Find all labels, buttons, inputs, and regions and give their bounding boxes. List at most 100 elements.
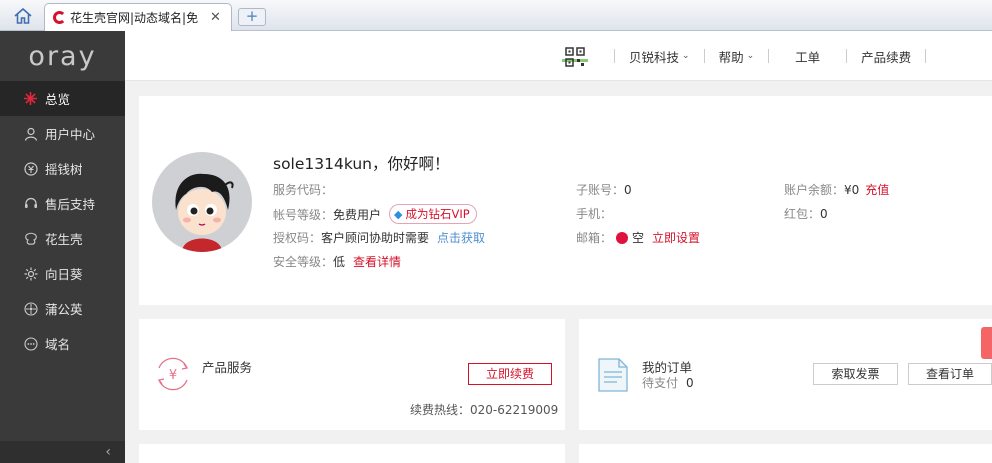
my-orders-card: 我的订单 待支付 0 索取发票 查看订单	[579, 319, 992, 430]
product-service-card: ¥ 产品服务 立即续费 续费热线：020-62219009	[139, 319, 565, 430]
auth-code-row: 授权码： 客户顾问协助时需要 点击获取	[273, 229, 485, 246]
balance-label: 账户余额：	[784, 183, 845, 197]
sidebar-item-peanut-shell[interactable]: 花生壳	[0, 221, 125, 256]
vip-link-label: 成为钻石VIP	[405, 207, 470, 221]
sidebar-item-money-tree[interactable]: 摇钱树	[0, 151, 125, 186]
redpacket-label: 红包：	[784, 207, 821, 221]
domain-icon	[23, 336, 38, 351]
sidebar-item-domain[interactable]: 域名	[0, 326, 125, 361]
request-invoice-button[interactable]: 索取发票	[813, 363, 898, 385]
chevron-down-icon: ⌄	[682, 51, 690, 61]
nav-divider	[925, 49, 927, 63]
dandelion-icon	[23, 301, 38, 316]
sidebar-item-label: 蒲公英	[45, 302, 83, 317]
sidebar-item-dandelion[interactable]: 蒲公英	[0, 291, 125, 326]
security-details-link[interactable]: 查看详情	[353, 253, 401, 270]
greeting-text: sole1314kun，你好啊！	[273, 155, 450, 173]
tab-title: 花生壳官网|动态域名|免	[70, 11, 199, 25]
security-level-label: 安全等级：	[273, 255, 334, 269]
renew-now-button[interactable]: 立即续费	[468, 363, 552, 385]
service-code-label: 服务代码：	[273, 183, 334, 197]
sub-account-row: 子账号： 0	[576, 181, 632, 198]
home-icon[interactable]	[10, 5, 36, 27]
sidebar-collapse-bar[interactable]: ‹	[0, 441, 125, 463]
nav-company-label: 贝锐科技	[629, 49, 680, 65]
sidebar-item-label: 用户中心	[45, 127, 96, 142]
nav-divider	[703, 49, 705, 63]
profile-card: sole1314kun，你好啊！ 服务代码： 帐号等级： 免费用户 ◆ 成为钻石…	[139, 96, 992, 305]
support-icon	[23, 196, 38, 211]
peanut-icon	[23, 231, 38, 246]
avatar[interactable]	[152, 152, 252, 252]
email-label: 邮箱：	[576, 231, 613, 245]
qr-code-icon[interactable]	[565, 47, 585, 67]
balance-row: 账户余额： ¥0 充值	[784, 181, 889, 198]
nav-divider	[846, 49, 848, 63]
overview-icon	[23, 91, 38, 106]
lower-card-right	[579, 444, 992, 463]
email-value: 空	[632, 231, 645, 245]
service-code-row: 服务代码：	[273, 181, 333, 198]
sunflower-icon	[23, 266, 38, 281]
sidebar-item-label: 总览	[45, 92, 71, 107]
tab-close-icon[interactable]: ✕	[210, 10, 221, 25]
sidebar-item-label: 售后支持	[45, 197, 96, 212]
account-level-label: 帐号等级：	[273, 207, 334, 222]
browser-tab-bar: 花生壳官网|动态域名|免 ✕ +	[0, 0, 992, 31]
logo-area[interactable]: oray	[0, 31, 125, 81]
browser-tab[interactable]: 花生壳官网|动态域名|免 ✕	[44, 3, 232, 31]
email-status-icon	[616, 231, 629, 244]
sidebar: oray 总览 用户中心 摇钱树 售后支持 花生壳 向日葵 蒲公英 域名 ‹	[0, 31, 125, 463]
phone-label: 手机：	[576, 207, 613, 221]
set-email-link[interactable]: 立即设置	[652, 229, 700, 246]
sub-account-label: 子账号：	[576, 183, 625, 197]
yen-glyph: ¥	[169, 368, 177, 383]
oray-favicon-icon	[53, 11, 66, 24]
new-tab-button[interactable]: +	[238, 8, 266, 26]
floating-side-tab[interactable]	[981, 327, 992, 359]
top-header: 贝锐科技 ⌄ 帮助 ⌄ 工单 产品续费	[125, 31, 992, 81]
sidebar-item-support[interactable]: 售后支持	[0, 186, 125, 221]
nav-divider	[614, 49, 615, 63]
security-level-value: 低	[333, 255, 346, 269]
sidebar-item-overview[interactable]: 总览	[0, 81, 125, 116]
account-level-value: 免费用户	[333, 207, 382, 222]
get-auth-code-link[interactable]: 点击获取	[437, 229, 485, 246]
product-service-title: 产品服务	[202, 360, 253, 375]
recharge-link[interactable]: 充值	[865, 181, 889, 198]
nav-ticket-link[interactable]: 工单	[775, 47, 840, 66]
oray-logo: oray	[28, 40, 97, 72]
balance-value: ¥0	[844, 182, 860, 197]
nav-help-dropdown[interactable]: 帮助 ⌄	[711, 47, 763, 66]
nav-renew-link[interactable]: 产品续费	[853, 47, 919, 66]
sidebar-item-sunflower[interactable]: 向日葵	[0, 256, 125, 291]
pending-payment-label: 待支付	[642, 376, 679, 390]
lower-card-left	[139, 444, 565, 463]
top-nav: 贝锐科技 ⌄ 帮助 ⌄ 工单 产品续费	[608, 31, 932, 81]
document-icon	[597, 357, 629, 393]
redpacket-row: 红包： 0	[784, 205, 828, 222]
sidebar-item-label: 花生壳	[45, 232, 83, 247]
chevron-down-icon: ⌄	[746, 51, 755, 61]
phone-row: 手机：	[576, 205, 612, 222]
sidebar-item-label: 摇钱树	[45, 162, 83, 177]
nav-divider	[768, 49, 770, 63]
view-orders-button[interactable]: 查看订单	[908, 363, 992, 385]
account-level-row: 帐号等级： 免费用户 ◆ 成为钻石VIP	[273, 204, 477, 224]
email-row: 邮箱： 空 立即设置	[576, 229, 700, 246]
sidebar-item-label: 域名	[45, 337, 71, 352]
redpacket-value: 0	[820, 206, 828, 221]
become-vip-link[interactable]: ◆ 成为钻石VIP	[389, 204, 477, 224]
nav-company-dropdown[interactable]: 贝锐科技 ⌄	[621, 47, 698, 66]
auth-code-value: 客户顾问协助时需要	[321, 231, 430, 245]
money-tree-icon	[23, 161, 38, 176]
sidebar-item-user-center[interactable]: 用户中心	[0, 116, 125, 151]
pending-payment-count: 0	[686, 376, 694, 390]
user-icon	[23, 126, 38, 141]
diamond-icon: ◆	[394, 207, 403, 221]
sidebar-item-label: 向日葵	[45, 267, 83, 282]
chevron-left-icon[interactable]: ‹	[105, 444, 111, 460]
renew-hotline: 续费热线：020-62219009	[410, 403, 559, 417]
sub-account-value: 0	[624, 182, 632, 197]
yen-renew-icon: ¥	[153, 354, 193, 394]
